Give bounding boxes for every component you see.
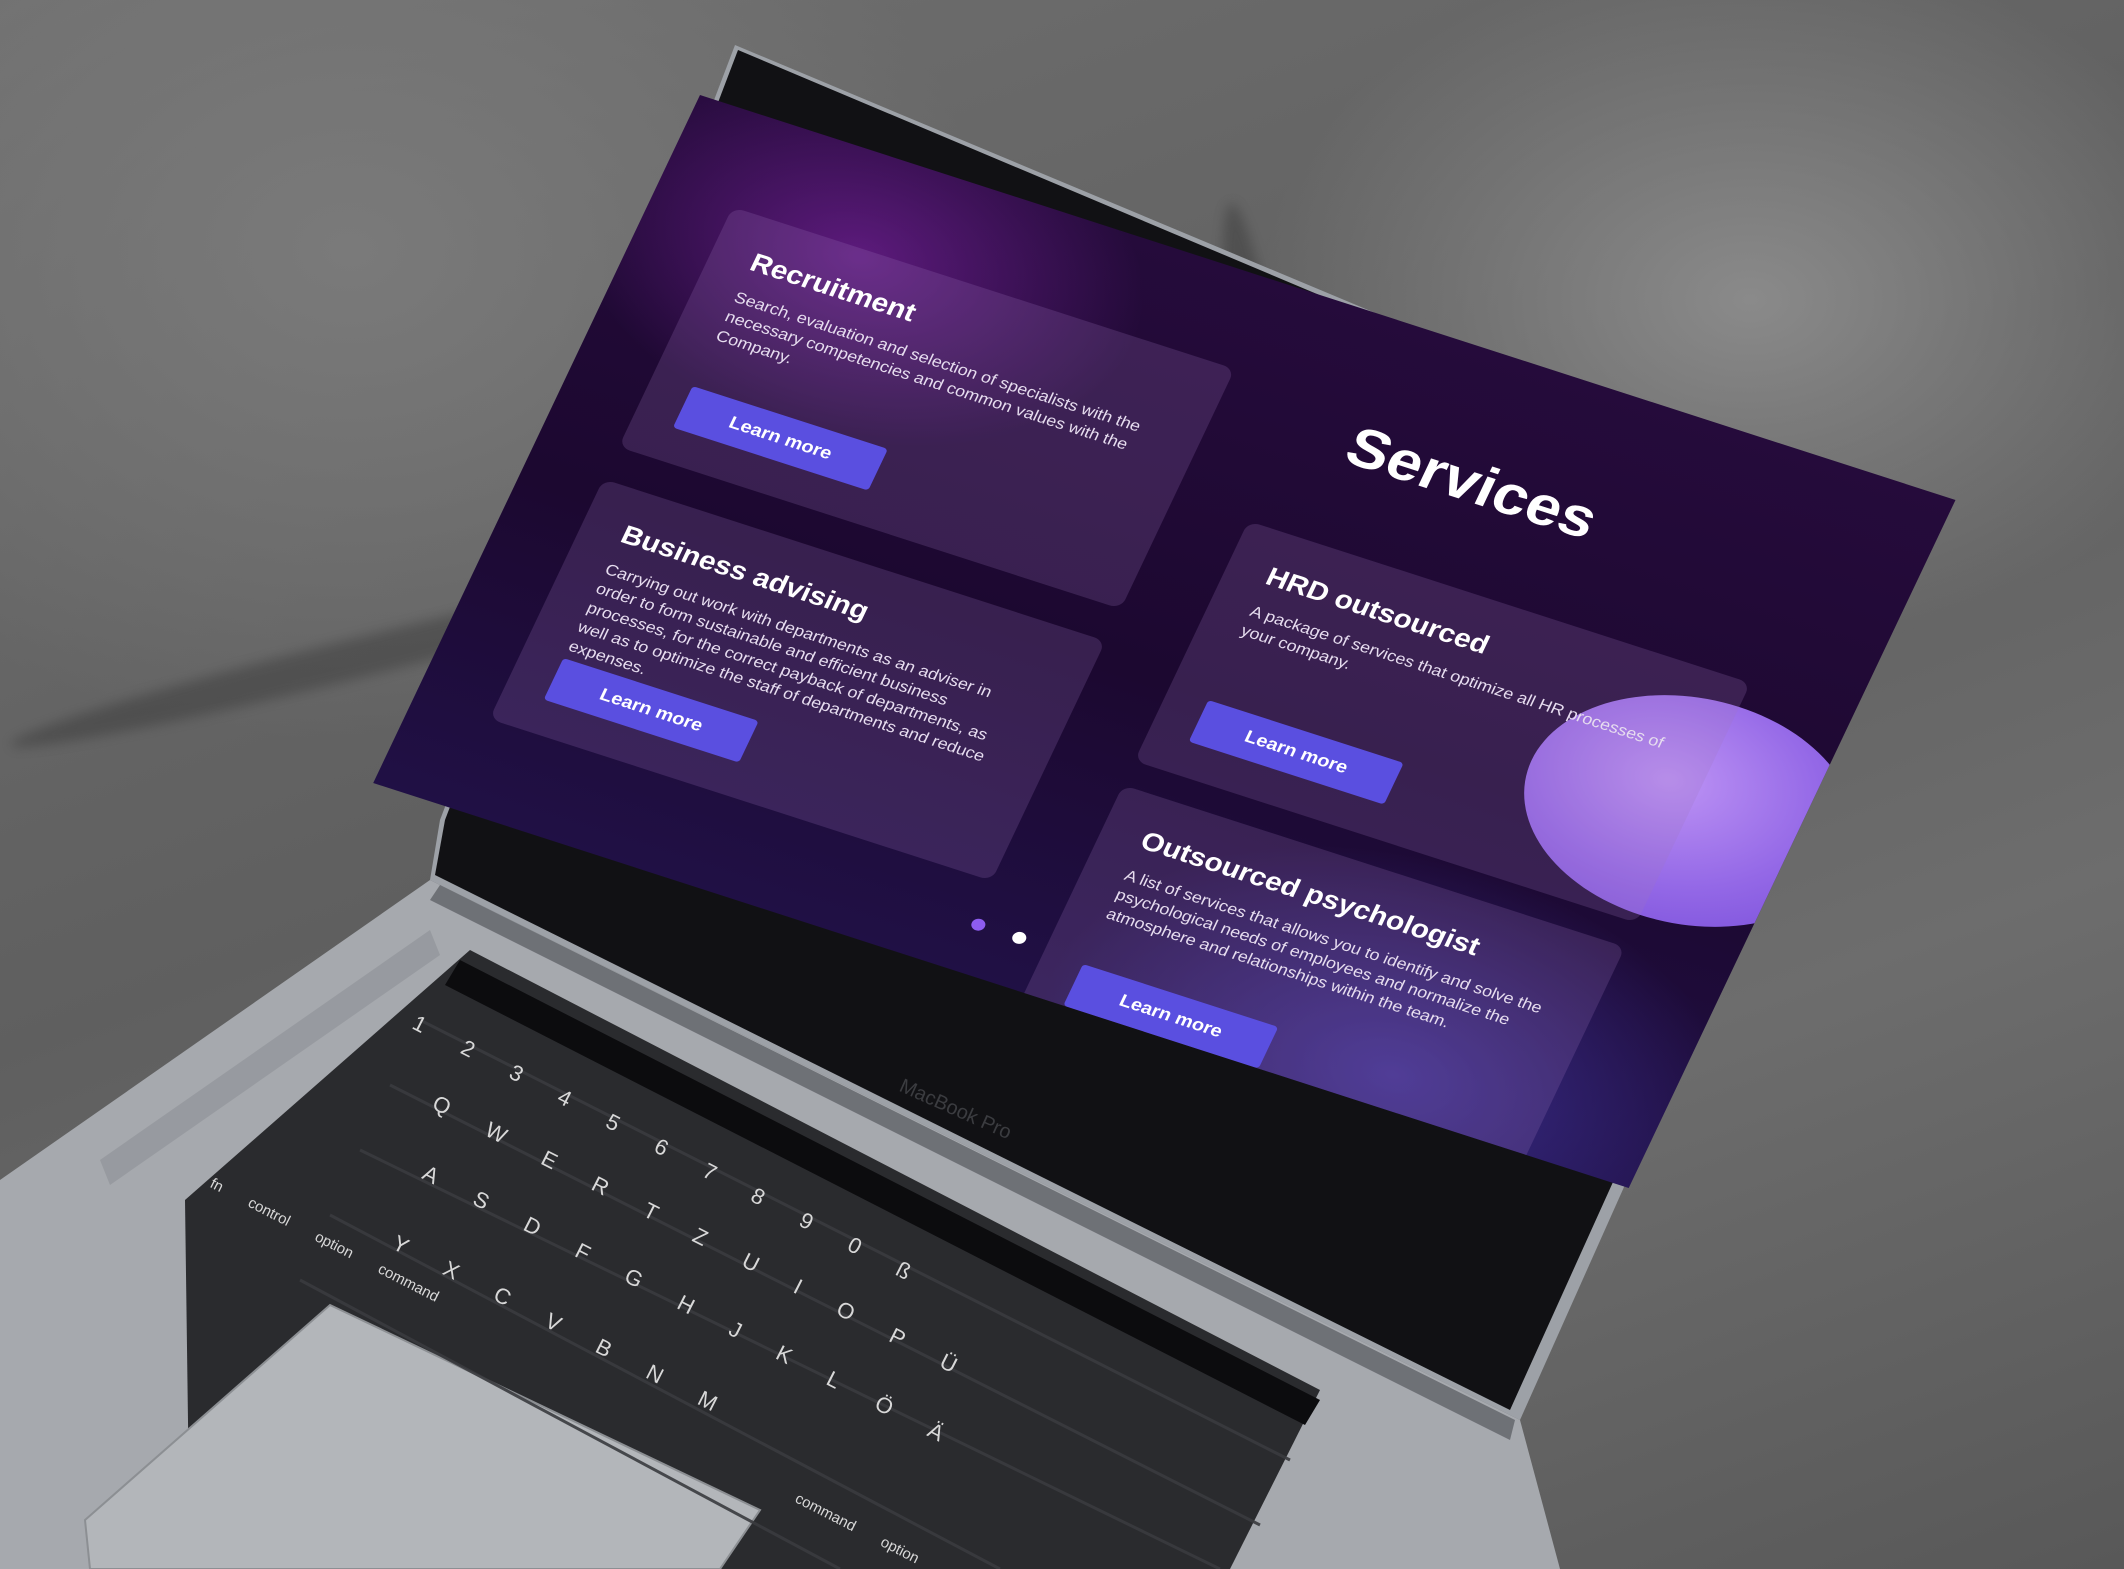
learn-more-button[interactable]: Learn more (672, 386, 888, 491)
page-title: Services (1336, 414, 1609, 551)
learn-more-button[interactable]: Learn more (1188, 700, 1404, 805)
carousel-dots (969, 917, 1029, 946)
carousel-dot-active[interactable] (969, 917, 988, 933)
carousel-dot[interactable] (1010, 930, 1029, 946)
